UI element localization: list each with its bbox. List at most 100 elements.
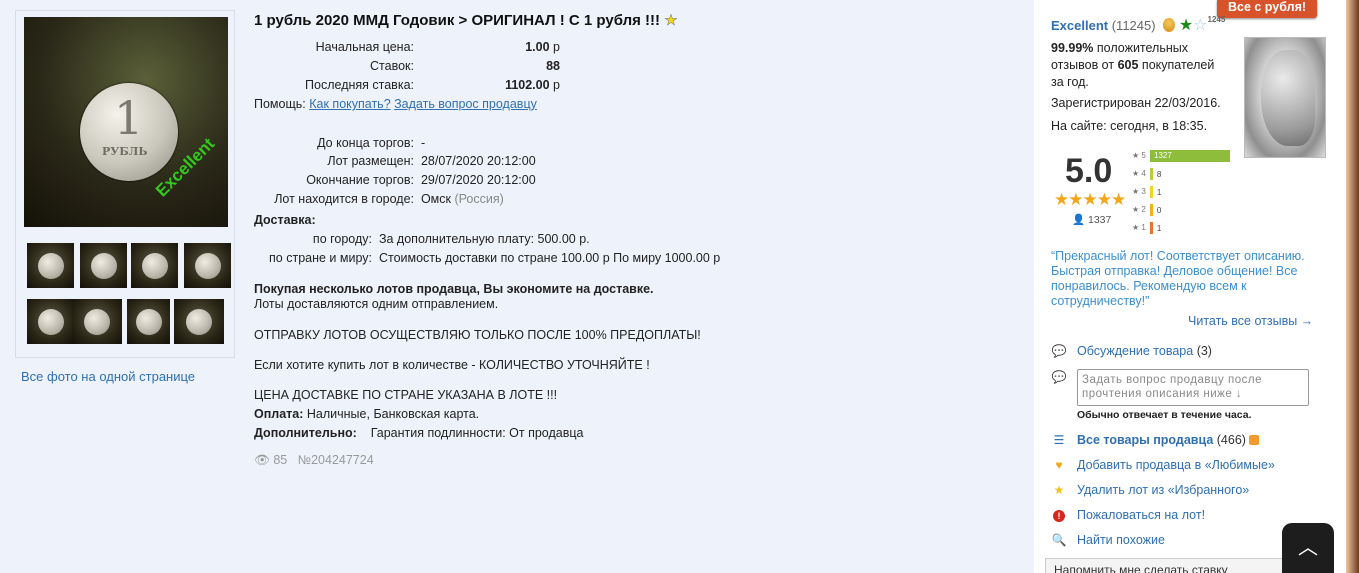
seller-avatar[interactable]	[1244, 37, 1326, 158]
thumbnail[interactable]	[184, 243, 231, 288]
thumbnail[interactable]	[27, 299, 74, 344]
description-note-2: Если хотите купить лот в количестве - КО…	[254, 358, 650, 372]
lot-stats: 👁 85 №204247724	[254, 453, 374, 468]
city: Омск	[420, 192, 451, 206]
rating-bar-fill	[1149, 222, 1153, 234]
payment-label: Оплата:	[254, 407, 304, 421]
list-icon: ☰	[1053, 433, 1065, 447]
payment-methods: Наличные, Банковская карта.	[306, 407, 480, 421]
delivery-world-row: по стране и миру: Стоимость доставки по …	[254, 251, 720, 265]
lot-title: 1 рубль 2020 ММД Годовик > ОРИГИНАЛ ! С …	[254, 11, 678, 30]
description-note-3: ЦЕНА ДОСТАВКЕ ПО СТРАНЕ УКАЗАНА В ЛОТЕ !…	[254, 388, 558, 402]
chevron-up-icon: ︿	[1298, 537, 1318, 559]
discussion-count: (3)	[1196, 344, 1212, 358]
ask-icon-row: 💬	[1051, 370, 1077, 388]
country: (Россия)	[454, 192, 504, 206]
thumbnail[interactable]	[131, 243, 178, 288]
positive-line-2: отзывов от 605 покупателей	[1051, 58, 1214, 72]
page-scrollbar[interactable]	[1346, 0, 1359, 573]
user-icon: 👤	[1072, 214, 1086, 226]
star-icon: ★	[1053, 483, 1065, 497]
online-status: На сайте: сегодня, в 18:35.	[1051, 119, 1208, 133]
find-similar-label: Найти похожие	[1077, 533, 1165, 547]
rating-bar-stars: ★ 3	[1132, 187, 1146, 197]
add-favorite-seller-link[interactable]: ♥ Добавить продавца в «Любимые»	[1051, 458, 1274, 476]
chat-bubbles-icon: 💬	[1051, 344, 1067, 358]
rating-bar-stars: ★ 5	[1132, 151, 1146, 161]
lot-main: 1 РУБЛЬ Excellent Все фото на одной стра…	[3, 0, 1034, 573]
start-price-value: 1.00 р	[423, 40, 560, 54]
delivery-world: Стоимость доставки по стране 100.00 р По…	[378, 251, 721, 265]
extra-info: Гарантия подлинности: От продавца	[370, 426, 584, 440]
placed-row: Лот размещен: 28/07/2020 20:12:00	[251, 154, 535, 168]
time-left: -	[420, 136, 426, 150]
rating-bar-stars: ★ 1	[1132, 223, 1146, 233]
ends-row: Окончание торгов: 29/07/2020 20:12:00	[251, 173, 535, 187]
discussion-link[interactable]: 💬 Обсуждение товара (3)	[1051, 344, 1212, 362]
delivery-label: Доставка:	[254, 213, 316, 227]
coin-image: 1 РУБЛЬ	[80, 83, 178, 181]
time-left-row: До конца торгов: -	[251, 136, 425, 150]
seller-name[interactable]: Excellent	[1051, 18, 1108, 33]
lot-number: №204247724	[297, 453, 374, 467]
search-icon: 🔍	[1051, 533, 1067, 547]
extra-label: Дополнительно:	[254, 426, 357, 440]
start-price-row: Начальная цена:	[251, 40, 414, 54]
rating-bar-count: 1	[1156, 223, 1162, 233]
scroll-to-top-button[interactable]: ︿	[1282, 523, 1334, 573]
ask-response-note: Обычно отвечает в течение часа.	[1077, 409, 1252, 421]
all-photos-link[interactable]: Все фото на одной странице	[21, 369, 195, 384]
rating-bar-count: 1327	[1154, 151, 1172, 160]
remove-favorite-lot-link[interactable]: ★ Удалить лот из «Избранного»	[1051, 483, 1250, 501]
bids-value: 88	[423, 59, 560, 73]
extra-row: Дополнительно: Гарантия подлинности: От …	[254, 426, 583, 440]
city-row: Лот находится в городе: Омск (Россия)	[251, 192, 504, 206]
rating-bar-stars: ★ 4	[1132, 169, 1146, 179]
all-from-ruble-button[interactable]: Все с рубля!	[1217, 0, 1317, 18]
positive-line-3: за год.	[1051, 75, 1089, 89]
coin-word: РУБЛЬ	[102, 145, 148, 158]
rating-bar-row: ★ 3 1	[1132, 186, 1161, 199]
positive-text: положительных	[1096, 41, 1188, 55]
ask-question-input[interactable]: Задать вопрос продавцу после прочтения о…	[1077, 369, 1309, 406]
how-to-buy-link[interactable]: Как покупать?	[309, 97, 390, 111]
complain-label: Пожаловаться на лот!	[1077, 508, 1206, 522]
favorite-star-icon[interactable]: ★	[664, 12, 678, 30]
positive-text: отзывов от	[1051, 58, 1115, 72]
currency: р	[553, 78, 560, 92]
last-bid-value: 1102.00 р	[423, 78, 560, 92]
last-bid: 1102.00	[505, 78, 550, 92]
last-bid-label: Последняя ставка:	[305, 78, 414, 92]
coin-value: 1	[114, 91, 144, 145]
city-label: Лот находится в городе:	[274, 192, 414, 206]
start-price: 1.00	[525, 40, 550, 54]
thumbnail[interactable]	[174, 299, 224, 344]
heart-icon: ♥	[1055, 458, 1063, 472]
rss-icon[interactable]	[1249, 435, 1260, 445]
positive-line-1: 99.99% положительных	[1051, 41, 1188, 55]
thumbnail[interactable]	[127, 299, 170, 344]
main-photo[interactable]: 1 РУБЛЬ Excellent	[24, 17, 228, 227]
payment-row: Оплата: Наличные, Банковская карта.	[254, 407, 479, 421]
rating-bar-stars: ★ 2	[1132, 205, 1146, 215]
combine-shipping-text: Лоты доставляются одним отправлением.	[254, 297, 499, 311]
read-all-reviews-link[interactable]: Читать все отзывы →	[1188, 314, 1313, 328]
ask-seller-link[interactable]: Задать вопрос продавцу	[394, 97, 537, 111]
rating-stars-icon: ★★★★★	[1054, 190, 1126, 209]
rating-bar-row: ★ 2 0	[1132, 204, 1161, 217]
delivery-city-row: по городу: За дополнительную плату: 500.…	[254, 232, 590, 246]
votes-count: 1337	[1088, 214, 1112, 226]
remove-favorite-lot-label: Удалить лот из «Избранного»	[1077, 483, 1250, 497]
thumbnail[interactable]	[27, 243, 74, 288]
buyers-count: 605	[1117, 58, 1139, 72]
find-similar-link[interactable]: 🔍 Найти похожие	[1051, 533, 1165, 551]
rating-bar-count: 8	[1156, 169, 1162, 179]
speech-bubble-icon: 💬	[1051, 370, 1067, 384]
discussion-label: Обсуждение товара	[1077, 344, 1194, 358]
rating-bar-fill	[1149, 204, 1153, 216]
thumbnail[interactable]	[72, 299, 122, 344]
thumbnail[interactable]	[80, 243, 127, 288]
help-label: Помощь:	[254, 97, 306, 111]
all-items-link[interactable]: ☰ Все товары продавца (466)	[1051, 433, 1260, 451]
complain-link[interactable]: ! Пожаловаться на лот!	[1051, 508, 1205, 526]
